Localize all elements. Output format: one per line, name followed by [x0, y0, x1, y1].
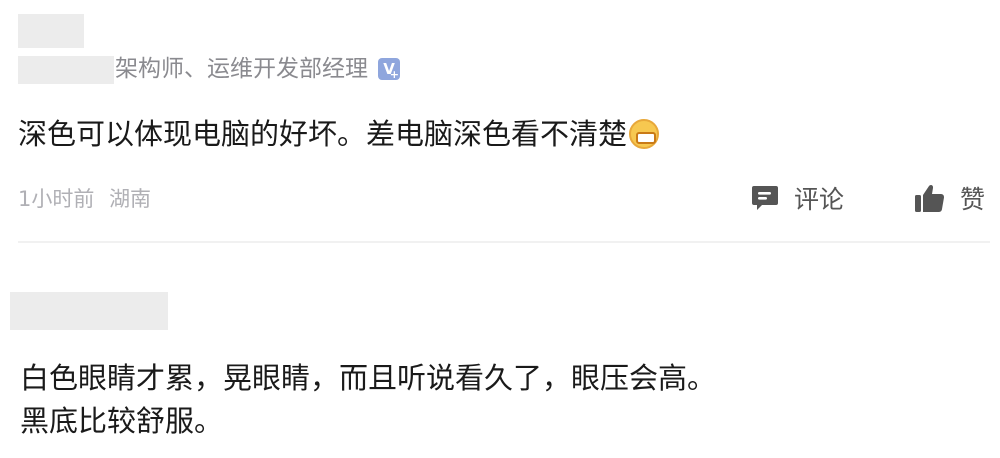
comment-bubble-icon — [752, 186, 778, 210]
comment-location: 湖南 — [109, 187, 152, 211]
comment-label: 评论 — [794, 185, 845, 214]
avatar-placeholder[interactable] — [10, 292, 168, 330]
comment-divider — [18, 241, 990, 243]
comment-text-body: 深色可以体现电脑的好坏。差电脑深色看不清楚 — [18, 117, 628, 151]
comment-text: 白色眼睛才累，晃眼睛，而且听说看久了，眼压会高。 黑底比较舒服。 — [20, 357, 716, 443]
verified-badge-icon: V + — [378, 58, 400, 80]
grimace-emoji-icon — [629, 119, 660, 149]
comment-button[interactable]: 评论 — [750, 180, 844, 216]
comment-line: 白色眼睛才累，晃眼睛，而且听说看久了，眼压会高。 — [20, 361, 717, 395]
author-title-text: 架构师、运维开发部经理 — [115, 56, 368, 82]
thumbs-up-icon — [915, 184, 945, 212]
username-placeholder[interactable] — [18, 56, 114, 84]
like-button[interactable]: 赞 — [914, 180, 985, 216]
avatar-placeholder[interactable] — [18, 14, 84, 48]
comment-line: 黑底比较舒服。 — [20, 404, 224, 438]
badge-plus-icon: + — [389, 68, 399, 81]
like-label: 赞 — [960, 185, 986, 214]
comment-text: 深色可以体现电脑的好坏。差电脑深色看不清楚 — [18, 112, 660, 156]
comment-time: 1小时前 — [18, 187, 95, 211]
author-title: 架构师、运维开发部经理 V + — [115, 54, 400, 84]
comment-meta: 1小时前 湖南 — [18, 184, 151, 214]
